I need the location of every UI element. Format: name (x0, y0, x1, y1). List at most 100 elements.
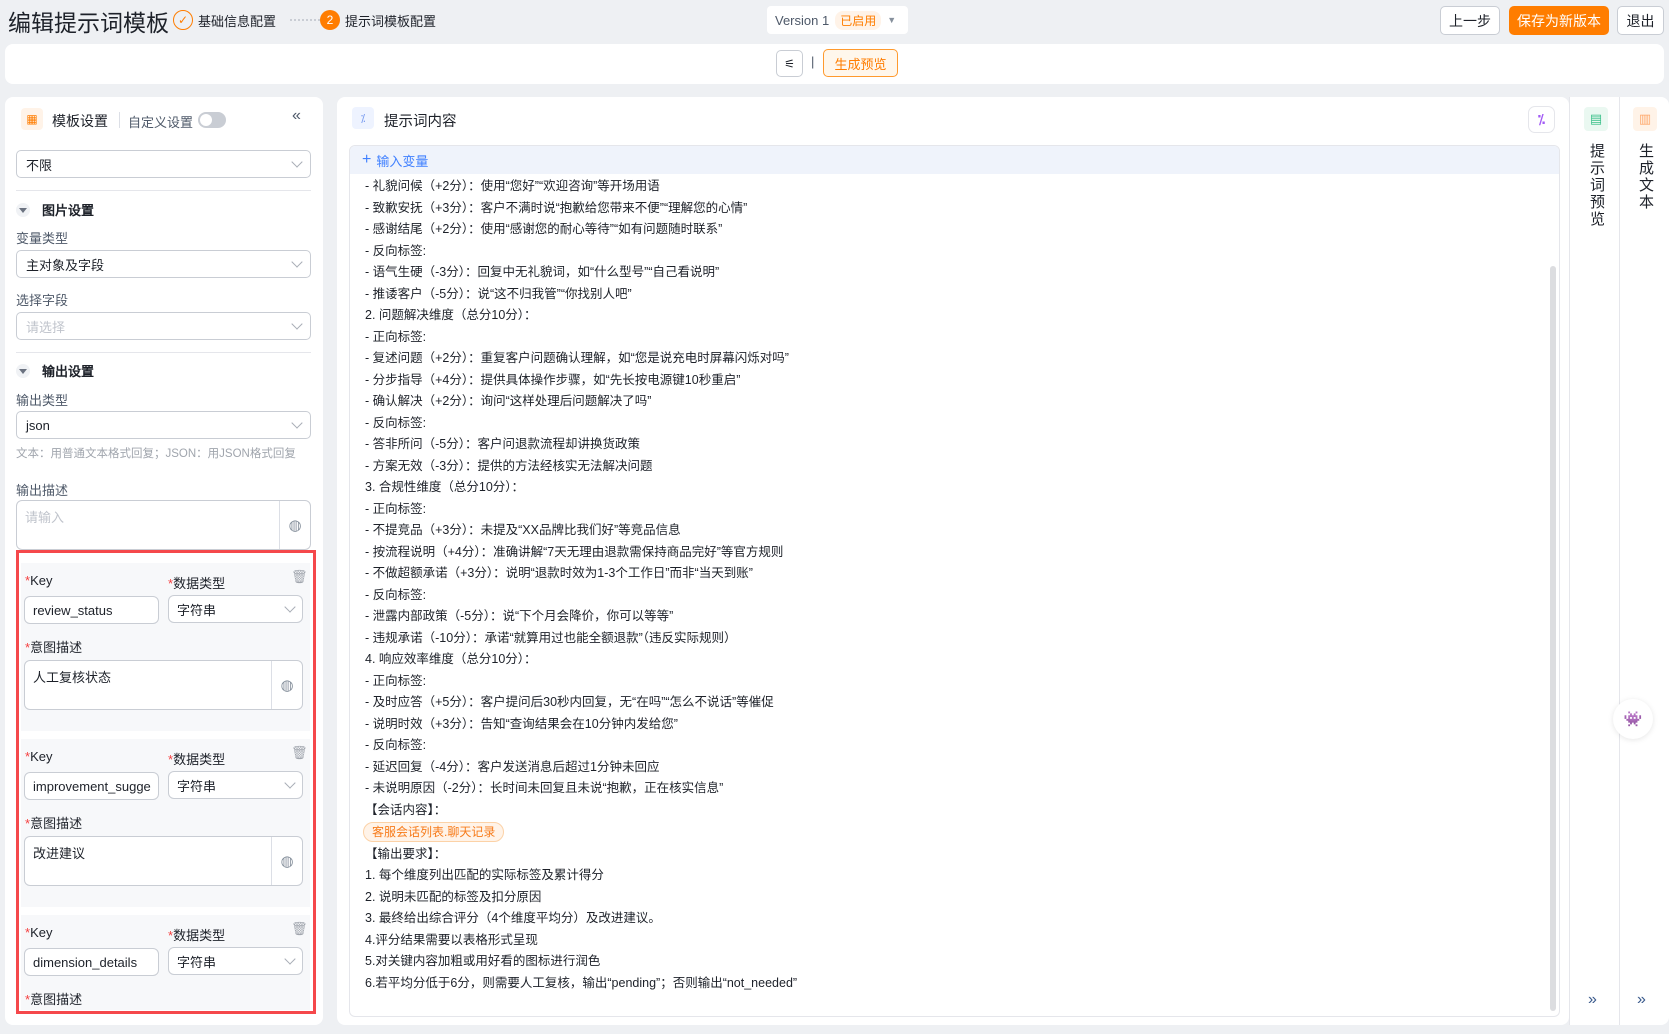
output-type-label: 输出类型 (16, 393, 69, 408)
divider (16, 190, 311, 191)
step-1[interactable]: ✓ 基础信息配置 (173, 10, 276, 30)
prompt-preview-tab[interactable] (1570, 97, 1619, 1025)
key-input[interactable]: dimension_details (24, 948, 159, 976)
scope-value: 不限 (26, 157, 53, 173)
intent-desc-value: 人工复核状态 (25, 661, 272, 709)
step-2[interactable]: 2 提示词模板配置 (320, 10, 436, 30)
custom-settings-toggle[interactable] (198, 112, 226, 128)
step-label: 提示词模板配置 (345, 13, 437, 29)
output-type-hint: 文本：用普通文本格式回复；JSON：用JSON格式回复 (16, 448, 296, 460)
caret-down-icon (16, 363, 30, 378)
prompt-line: - 不提竞品（+3分）：未提及“XX品牌比我们好”等竞品信息 (365, 523, 681, 537)
prompt-line: - 确认解决（+2分）：询问“这样处理后问题解决了吗” (365, 394, 652, 408)
exit-button[interactable]: 退出 (1617, 6, 1664, 35)
custom-settings-label: 自定义设置 (128, 115, 194, 130)
prompt-line: 1. 每个维度列出匹配的实际标签及累计得分 (365, 868, 604, 882)
generate-text-label: 生成文本 (1637, 143, 1654, 211)
output-settings-section[interactable]: 输出设置 (16, 361, 94, 380)
check-icon: ✓ (173, 10, 193, 30)
output-desc-placeholder: 请输入 (17, 501, 280, 549)
data-type-value: 字符串 (177, 954, 217, 970)
settings-sliders-icon[interactable]: ⚟ (776, 50, 803, 77)
scope-select[interactable]: 不限 (16, 150, 311, 178)
chevron-down-icon (284, 601, 296, 613)
prompt-line: 4.评分结果需要以表格形式呈现 (365, 932, 538, 947)
document-icon: ▤ (1584, 107, 1608, 131)
field-select[interactable]: 请选择 (16, 312, 311, 340)
key-label: Key (30, 573, 53, 588)
intent-desc-value: 改进建议 (25, 837, 272, 885)
var-type-label: 变量类型 (16, 231, 69, 246)
version-select[interactable]: Version 1 已启用 ▼ (767, 6, 908, 34)
prompt-line: - 正向标签: (365, 673, 427, 688)
variable-tag[interactable]: 客服会话列表.聊天记录 (363, 822, 505, 842)
separator: | (811, 54, 815, 69)
prompt-line: 5.对关键内容加粗或用好看的图标进行润色 (365, 954, 601, 968)
intent-desc-textarea[interactable]: 人工复核状态 ◍ (24, 660, 303, 710)
trash-icon[interactable]: 🗑 (291, 745, 308, 761)
notepad-icon: ▥ (1633, 107, 1657, 131)
scrollbar[interactable] (1550, 266, 1556, 1011)
key-input[interactable]: review_status (24, 596, 159, 624)
generate-preview-button[interactable]: 生成预览 (823, 49, 898, 77)
trash-icon[interactable]: 🗑 (291, 921, 308, 937)
prompt-line: - 感谢结尾（+2分）：使用“感谢您的耐心等待”“如有问题随时联系” (365, 222, 723, 236)
prompt-line: - 泄露内部政策（-5分）：说“下个月会降价，你可以等等” (365, 609, 674, 623)
prev-step-button[interactable]: 上一步 (1440, 6, 1500, 35)
prompt-line: 2. 问题解决维度（总分10分）： (365, 308, 537, 322)
data-type-select[interactable]: 字符串 (168, 595, 303, 623)
prompt-line: 3. 合规性维度（总分10分）： (365, 480, 525, 494)
key-input[interactable]: improvement_sugge (24, 772, 159, 800)
var-type-select[interactable]: 主对象及字段 (16, 250, 311, 278)
chevron-down-icon (291, 417, 303, 429)
prompt-line: - 正向标签: (365, 329, 427, 344)
step-connector (290, 19, 320, 21)
globe-icon[interactable]: ◍ (280, 501, 310, 549)
prompt-line: - 致歉安抚（+3分）：客户不满时说“抱歉给您带来不便”“理解您的心情” (365, 200, 748, 215)
chevron-down-icon (284, 777, 296, 789)
prompt-line: - 答非所问（-5分）：客户问退款流程却讲换货政策 (365, 437, 641, 451)
step-number: 2 (320, 10, 340, 30)
add-variable-button[interactable]: + 输入变量 (350, 146, 1559, 174)
version-status-badge: 已启用 (835, 10, 882, 30)
prompt-line: - 推诿客户（-5分）：说“这不归我管”“你找别人吧” (365, 286, 632, 301)
intent-desc-textarea[interactable]: 改进建议 ◍ (24, 836, 303, 886)
globe-icon[interactable]: ◍ (272, 837, 302, 885)
panel-title: 模板设置 (52, 113, 108, 129)
divider (16, 352, 311, 353)
page-title: 编辑提示词模板 (8, 10, 169, 36)
prompt-line: - 及时应答（+5分）：客户提问后30秒内回复，无“在吗”“怎么不说话”等催促 (365, 695, 774, 709)
assistant-bot-icon[interactable]: 👾 (1613, 699, 1653, 739)
globe-icon[interactable]: ◍ (272, 661, 302, 709)
data-type-select[interactable]: 字符串 (168, 947, 303, 975)
prompt-line: - 正向标签: (365, 501, 427, 516)
trash-icon[interactable]: 🗑 (291, 569, 308, 585)
prompt-line: - 复述问题（+2分）：重复客户问题确认理解，如“您是说充电时屏幕闪烁对吗” (365, 351, 789, 365)
chevron-down-icon (291, 318, 303, 330)
collapse-left-icon[interactable]: « (292, 107, 301, 125)
expand-right-icon[interactable]: » (1588, 991, 1597, 1009)
variable-icon: ⁒ (352, 107, 374, 129)
prompt-line: - 方案无效（-3分）：提供的方法经核实无法解决问题 (365, 458, 653, 473)
data-type-value: 字符串 (177, 602, 217, 618)
chevron-down-icon (284, 953, 296, 965)
generate-text-tab[interactable] (1620, 97, 1669, 1025)
prompt-text[interactable]: - 礼貌问候（+2分）：使用“您好”“欢迎咨询”等开场用语 - 致歉安抚（+3分）… (363, 176, 797, 994)
ai-magic-icon[interactable]: ⁒ (1528, 106, 1555, 133)
chevron-down-icon (291, 256, 303, 268)
grid-icon: ▦ (21, 108, 43, 130)
output-type-select[interactable]: json (16, 411, 311, 439)
content-title: 提示词内容 (384, 114, 457, 130)
output-desc-textarea[interactable]: 请输入 ◍ (16, 500, 311, 550)
prompt-line: 【输出要求】： (365, 846, 447, 861)
output-desc-label: 输出描述 (16, 483, 69, 498)
prompt-line: - 反向标签: (365, 415, 427, 430)
image-settings-section[interactable]: 图片设置 (16, 200, 94, 219)
prompt-line: - 礼貌问候（+2分）：使用“您好”“欢迎咨询”等开场用语 (365, 179, 660, 193)
prompt-line: 3. 最终给出综合评分（4个维度平均分）及改进建议。 (365, 911, 661, 925)
save-new-version-button[interactable]: 保存为新版本 (1509, 6, 1609, 35)
data-type-select[interactable]: 字符串 (168, 771, 303, 799)
prompt-preview-label: 提示词预览 (1588, 143, 1605, 228)
caret-down-icon: ▼ (887, 15, 897, 25)
expand-right-icon[interactable]: » (1637, 991, 1646, 1009)
